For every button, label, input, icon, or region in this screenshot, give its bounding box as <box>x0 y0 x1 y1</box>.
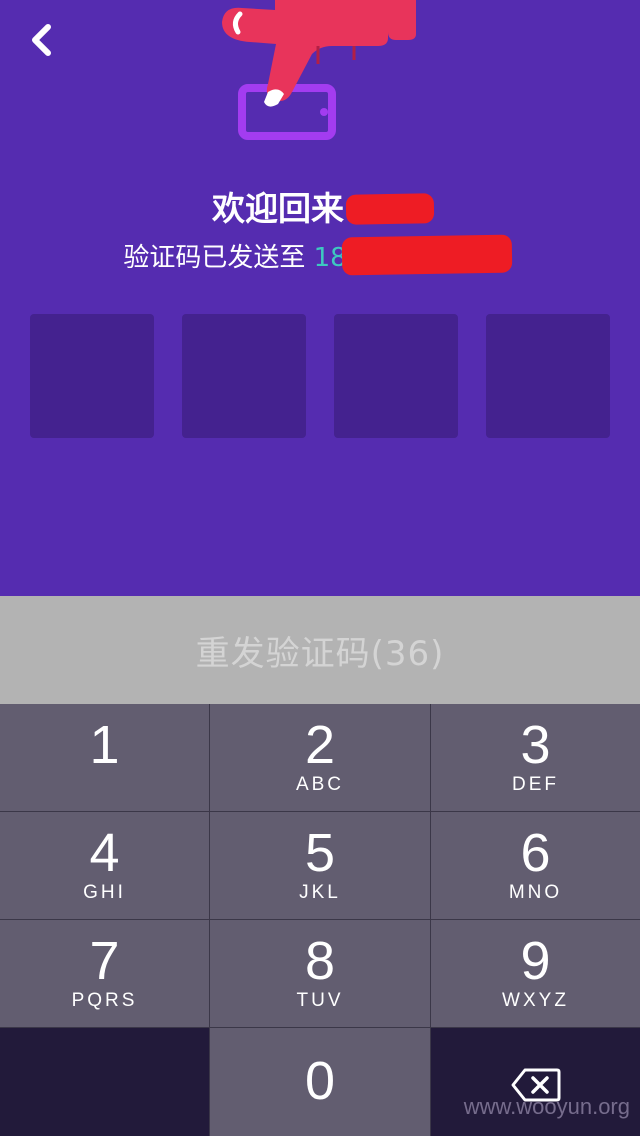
key-9[interactable]: 9 WXYZ <box>431 920 640 1027</box>
resend-code-label: 重发验证码(36) <box>195 633 445 674</box>
key-blank <box>0 1028 209 1136</box>
back-button[interactable] <box>22 20 62 60</box>
verification-screen: 欢迎回来 验证码已发送至 18 <box>0 0 640 596</box>
key-4[interactable]: 4 GHI <box>0 812 209 919</box>
sent-to-line: 验证码已发送至 18 <box>0 238 640 278</box>
key-7[interactable]: 7 PQRS <box>0 920 209 1027</box>
code-digit-box-1[interactable] <box>30 314 154 438</box>
code-digit-box-2[interactable] <box>182 314 306 438</box>
redaction-mark-phone <box>341 234 513 276</box>
redaction-mark-name <box>345 193 435 225</box>
code-digit-box-3[interactable] <box>334 314 458 438</box>
key-2[interactable]: 2 ABC <box>210 704 430 811</box>
key-6[interactable]: 6 MNO <box>431 812 640 919</box>
key-5[interactable]: 5 JKL <box>210 812 430 919</box>
sent-to-label: 验证码已发送至 <box>123 243 306 273</box>
chevron-left-icon <box>32 24 51 56</box>
numeric-keypad: 1 2 ABC 3 DEF 4 GHI 5 JKL 6 MNO 7 PQRS 8… <box>0 704 640 1136</box>
watermark: www.wooyun.org <box>463 1094 630 1119</box>
resend-code-button[interactable]: 重发验证码(36) <box>0 596 640 704</box>
key-8[interactable]: 8 TUV <box>210 920 430 1027</box>
key-1[interactable]: 1 <box>0 704 209 811</box>
key-3[interactable]: 3 DEF <box>431 704 640 811</box>
code-digit-box-4[interactable] <box>486 314 610 438</box>
welcome-title-text: 欢迎回来 <box>212 189 344 228</box>
welcome-title: 欢迎回来 <box>0 186 640 232</box>
key-0[interactable]: 0 <box>210 1028 430 1136</box>
finger-tap-phone-icon <box>222 0 416 140</box>
